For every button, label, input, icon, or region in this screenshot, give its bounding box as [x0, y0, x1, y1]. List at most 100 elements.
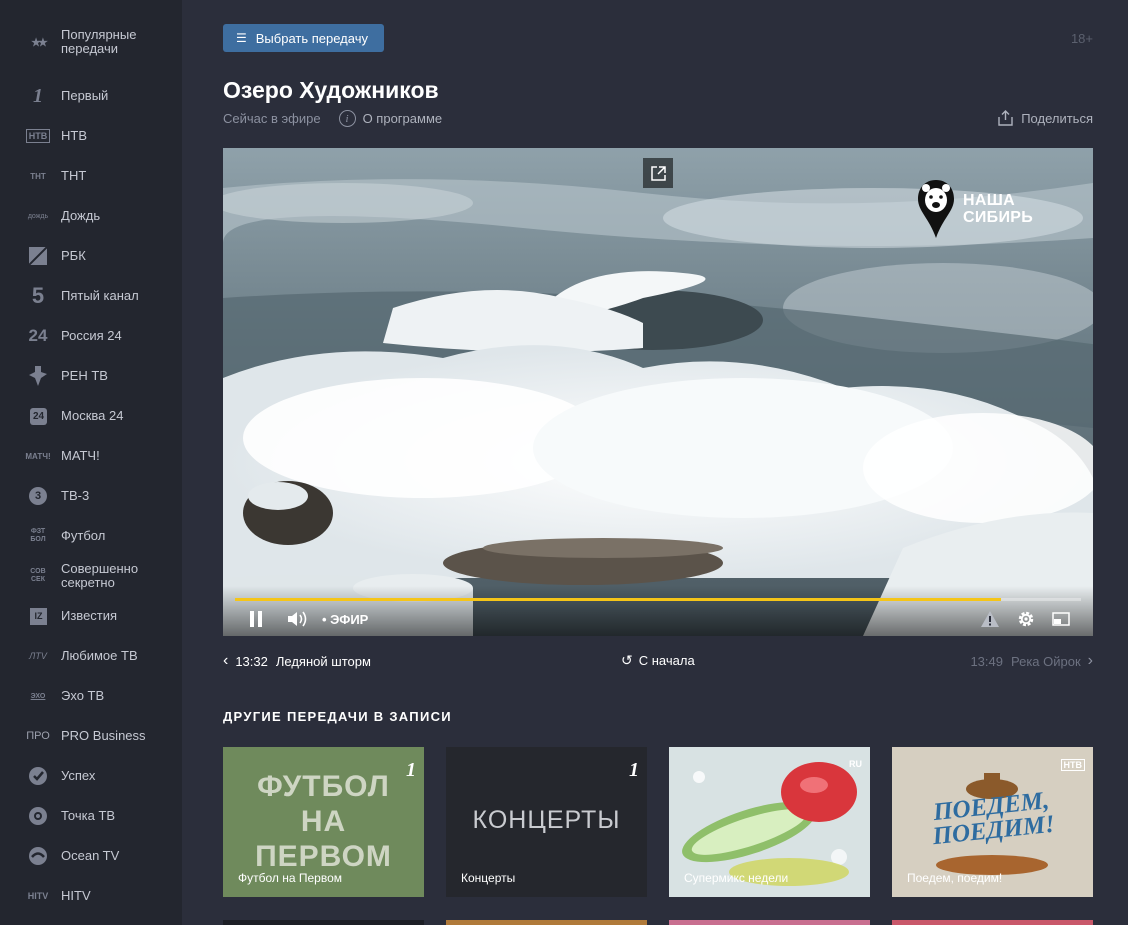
sidebar-item-tv3[interactable]: 3 ТВ-3 [0, 476, 182, 516]
share-button[interactable]: Поделиться [997, 110, 1093, 126]
sidebar-item-echo-tv[interactable]: ЭХО Эхо ТВ [0, 676, 182, 716]
sidebar-item-label: Футбол [61, 528, 106, 543]
bear-icon [918, 180, 954, 238]
pro-business-icon: ПРО [26, 730, 50, 742]
sidebar-item-football[interactable]: ФЗТ БОЛ Футбол [0, 516, 182, 556]
dozhd-icon: дождь [27, 212, 49, 220]
sidebar-item-rbc[interactable]: РБК [0, 236, 182, 276]
restart-label: С начала [638, 653, 695, 668]
sidebar-item-izvestia[interactable]: IZ Известия [0, 596, 182, 636]
card-caption: Футбол на Первом [238, 871, 343, 885]
top-secret-icon: СОВ СЕК [30, 568, 46, 583]
channel-1-icon: 1 [406, 759, 416, 781]
sidebar-item-popular[interactable]: ★★ Популярные передачи [0, 22, 182, 62]
sidebar-item-label: Дождь [61, 208, 101, 223]
menu-icon: ☰ [236, 31, 247, 45]
about-program-link[interactable]: О программе [363, 111, 443, 126]
warning-icon [981, 611, 999, 627]
card-caption: Поедем, поедим! [907, 871, 1003, 885]
info-icon[interactable]: i [338, 110, 356, 127]
sidebar-item-uspekh[interactable]: Успех [0, 756, 182, 796]
restart-button[interactable]: ↺ С начала [621, 652, 695, 669]
sidebar-item-dozhd[interactable]: дождь Дождь [0, 196, 182, 236]
sidebar-item-label: PRO Business [61, 728, 146, 743]
chevron-right-icon: › [1087, 652, 1093, 669]
ntv-icon: НТВ [1060, 759, 1085, 771]
sidebar-item-pro-business[interactable]: ПРО PRO Business [0, 716, 182, 756]
select-program-label: Выбрать передачу [255, 30, 368, 46]
card-caption: Концерты [461, 871, 516, 885]
sidebar-item-label: РЕН ТВ [61, 368, 108, 383]
sidebar-item-label: Известия [61, 608, 118, 623]
share-icon [998, 110, 1013, 126]
chevron-left-icon: ‹ [223, 652, 229, 669]
lyubimoe-tv-icon: ЛTV [29, 651, 47, 661]
sidebar-item-hitv[interactable]: HITV HITV [0, 876, 182, 916]
sidebar-item-label: Первый [61, 88, 109, 103]
card-art-line: ПЕРВОМ [255, 840, 392, 873]
sidebar-item-label: Любимое ТВ [61, 648, 138, 663]
sidebar-item-moscow-24[interactable]: 24 Москва 24 [0, 396, 182, 436]
logo-line-1: НАША [963, 192, 1015, 209]
sidebar-item-tnt[interactable]: ТНТ ТНТ [0, 156, 182, 196]
program-card-concerts[interactable]: КОНЦЕРТЫ 1 Концерты [446, 747, 647, 897]
prev-time: 13:32 [235, 653, 268, 669]
sidebar-item-ocean-tv[interactable]: Ocean TV [0, 836, 182, 876]
live-indicator[interactable]: • ЭФИР [322, 608, 368, 630]
sidebar-item-label: Эхо ТВ [61, 688, 105, 703]
ru-tv-icon: RU [849, 759, 862, 769]
sidebar-item-lyubimoe-tv[interactable]: ЛTV Любимое ТВ [0, 636, 182, 676]
popout-icon [650, 165, 666, 181]
program-card-peek[interactable] [669, 920, 870, 925]
pause-button[interactable] [247, 608, 265, 630]
echo-tv-icon: ЭХО [30, 692, 46, 700]
tv3-icon: 3 [29, 487, 47, 505]
sidebar-item-label: Успех [61, 768, 96, 783]
channel-logo-text: НАША СИБИРЬ [963, 192, 1033, 226]
live-label: • ЭФИР [322, 611, 369, 627]
sidebar-item-sov-sekretno[interactable]: СОВ СЕК Совершенно секретно [0, 556, 182, 596]
video-player[interactable]: НАША СИБИРЬ • ЭФИР [223, 148, 1093, 636]
now-live-label: Сейчас в эфире [223, 111, 321, 126]
program-card-peek[interactable] [223, 920, 424, 925]
program-card-peek[interactable] [446, 920, 647, 925]
progress-bar[interactable] [235, 598, 1081, 601]
russia-24-icon: 24 [28, 326, 48, 345]
volume-button[interactable] [286, 608, 310, 630]
program-card-peek[interactable] [892, 920, 1093, 925]
football-icon: ФЗТ БОЛ [30, 528, 46, 543]
settings-button[interactable] [1016, 608, 1036, 630]
channel-sidebar: ★★ Популярные передачи 1 Первый НТВ НТВ … [0, 0, 182, 925]
rbc-icon [26, 244, 50, 268]
program-subline: Сейчас в эфире i О программе [223, 110, 442, 127]
tochka-tv-icon [26, 804, 50, 828]
report-button[interactable] [980, 608, 1000, 630]
program-card-football[interactable]: ФУТБОЛ НА ПЕРВОМ 1 Футбол на Первом [223, 747, 424, 897]
channel-1-icon: 1 [629, 759, 639, 781]
ocean-tv-icon [26, 844, 50, 868]
program-card-poedem[interactable]: ПОЕДЕМ, ПОЕДИМ! НТВ Поедем, поедим! [892, 747, 1093, 897]
popout-button[interactable] [643, 158, 673, 188]
page-title: Озеро Художников [223, 77, 439, 103]
program-card-supermix[interactable]: RU Супермикс недели [669, 747, 870, 897]
sidebar-item-perviy[interactable]: 1 Первый [0, 76, 182, 116]
sidebar-item-match[interactable]: МАТЧ! МАТЧ! [0, 436, 182, 476]
sidebar-item-tochka-tv[interactable]: Точка ТВ [0, 796, 182, 836]
sidebar-item-label: Пятый канал [61, 288, 139, 303]
sidebar-item-label: Россия 24 [61, 328, 122, 343]
card-art-line: ФУТБОЛ [257, 770, 390, 803]
moscow-24-icon: 24 [30, 407, 47, 425]
sidebar-item-russia-24[interactable]: 24 Россия 24 [0, 316, 182, 356]
select-program-button[interactable]: ☰ Выбрать передачу [223, 24, 384, 52]
sidebar-item-5-kanal[interactable]: 5 Пятый канал [0, 276, 182, 316]
next-program[interactable]: 13:49 Река Ойрок › [970, 652, 1093, 670]
previous-program[interactable]: ‹ 13:32 Ледяной шторм [223, 652, 371, 670]
sidebar-item-ren-tv[interactable]: РЕН ТВ [0, 356, 182, 396]
sidebar-item-label: РБК [61, 248, 86, 263]
card-art-line: НА [300, 805, 347, 838]
pip-button[interactable] [1052, 608, 1070, 630]
sidebar-item-ntv[interactable]: НТВ НТВ [0, 116, 182, 156]
restart-icon: ↺ [621, 652, 633, 668]
uspekh-icon [26, 764, 50, 788]
volume-icon [288, 611, 307, 627]
